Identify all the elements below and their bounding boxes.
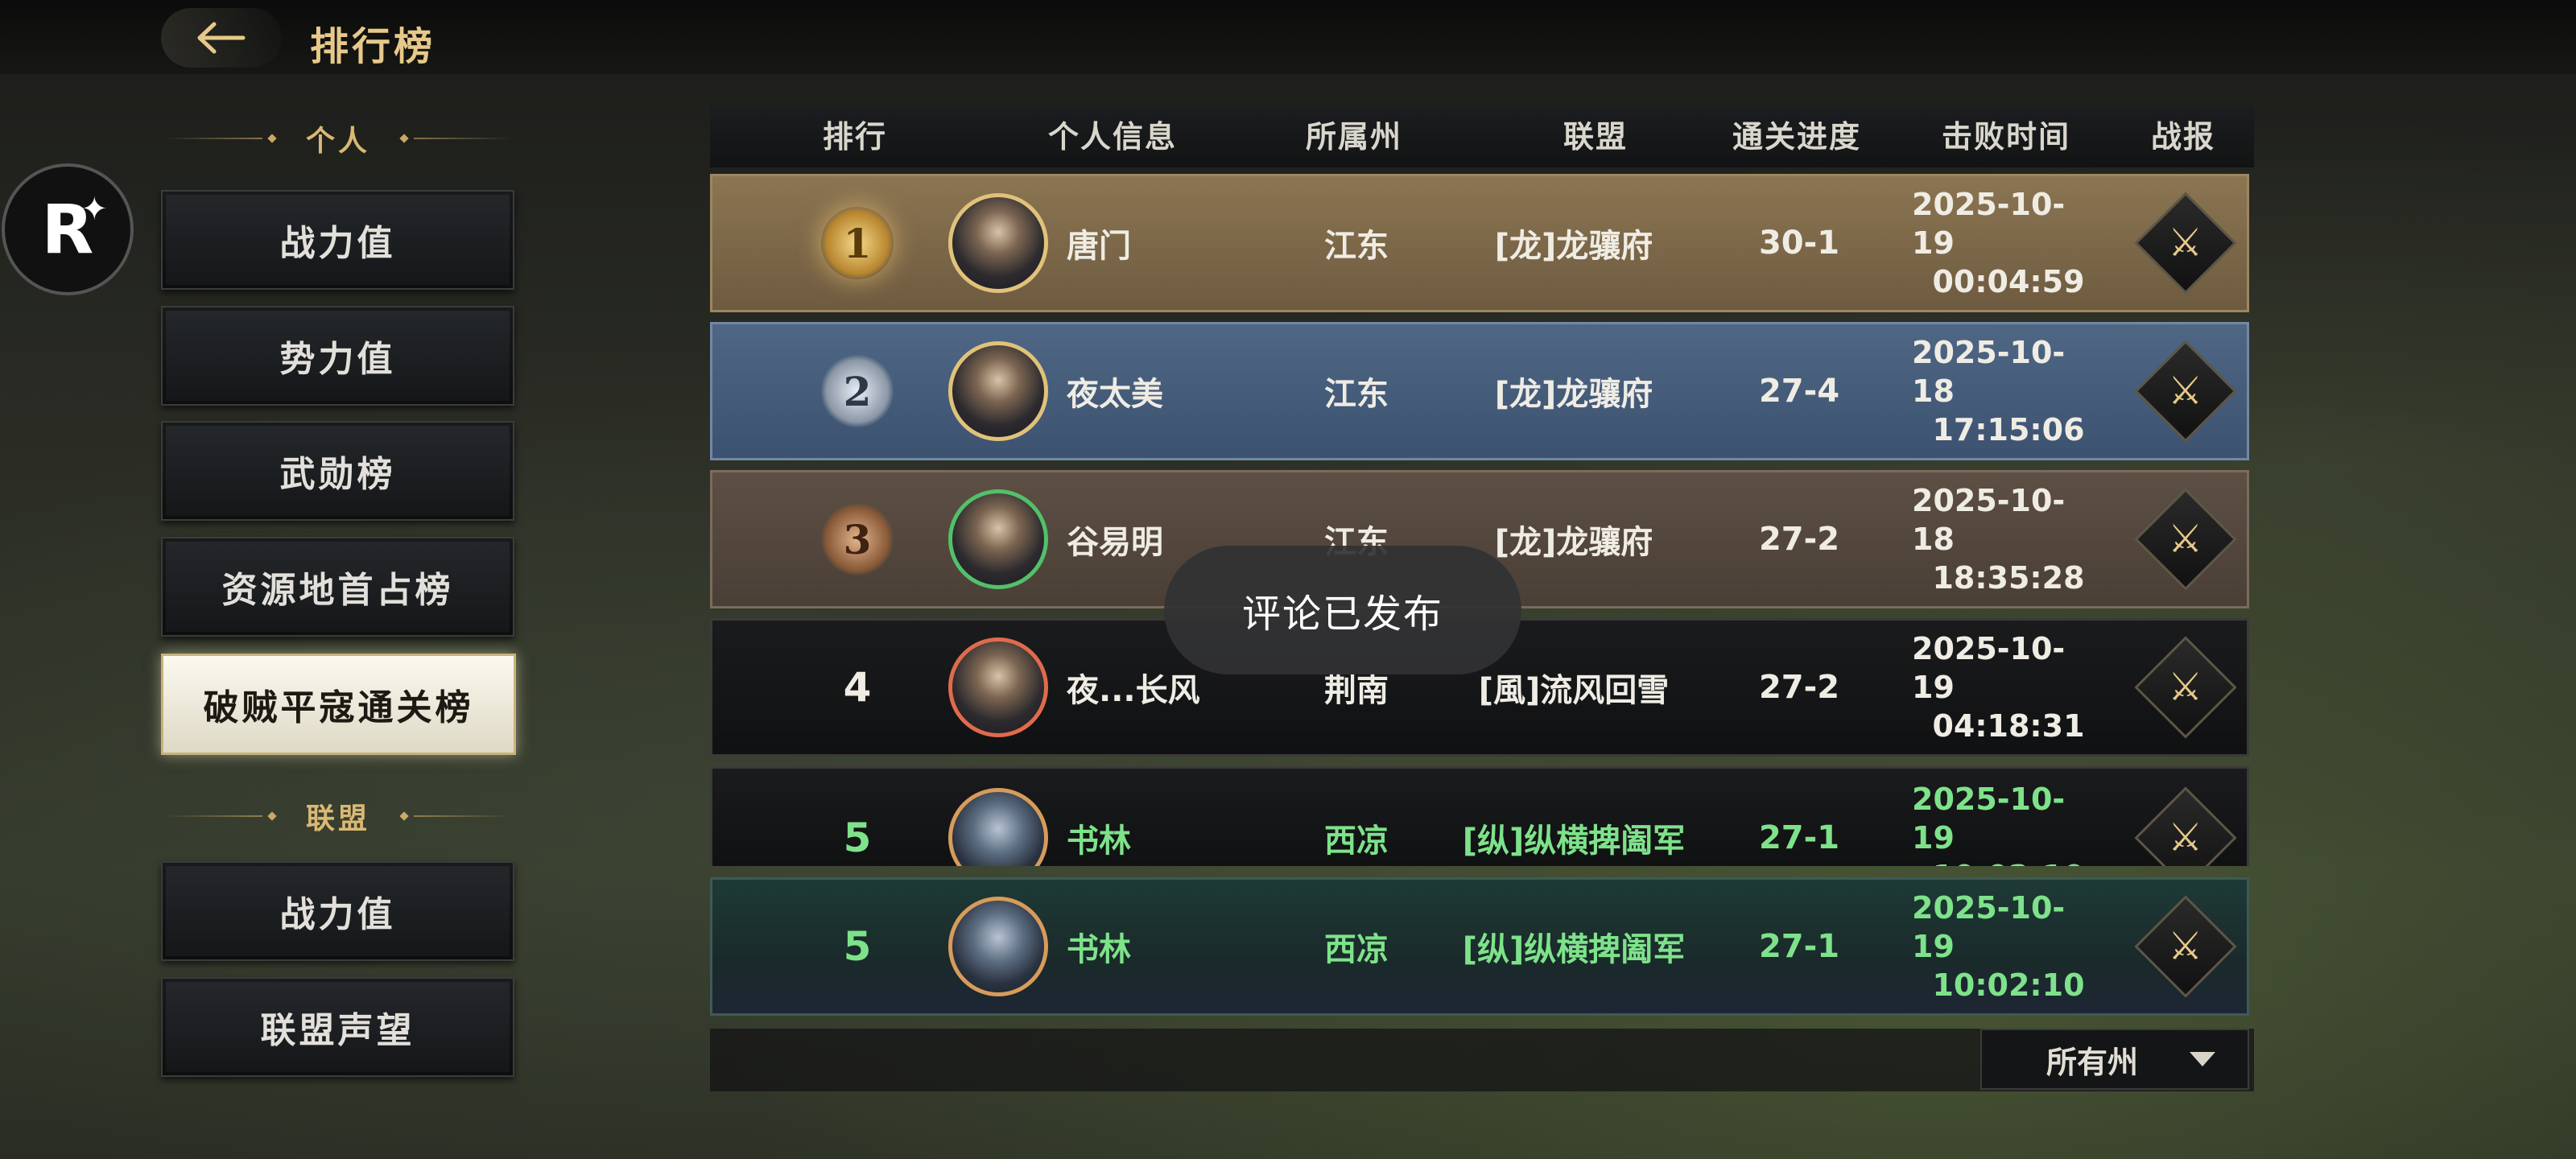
crossed-swords-icon: ⚔ [2168,369,2203,414]
defeat-time: 2025-10-19 04:18:31 [1912,621,2105,754]
alliance-value: [龙]龙骧府 [1494,376,1653,413]
avatar[interactable] [948,193,1048,293]
rank-number: 4 [843,664,872,711]
col-rank: 排行 [822,119,887,155]
battle-report-button[interactable]: ⚔ [2134,192,2237,295]
defeat-clock: 10:02:10 [1932,857,2084,866]
defeat-date: 2025-10-19 [1912,631,2066,705]
progress-value: 30-1 [1758,225,1840,262]
personal-header-label: 个人 [306,125,371,158]
gold-medal-icon: 1 [821,207,894,279]
region-value: 西凉 [1324,931,1389,968]
table-row[interactable]: 2 夜太美 江东 [龙]龙骧府 27-4 2025-10-18 17:15:06… [710,322,2249,460]
region-value: 西凉 [1324,823,1389,860]
silver-medal-icon: 2 [821,355,894,427]
player-name: 夜太美 [1067,376,1163,413]
crossed-swords-icon: ⚔ [2168,665,2203,710]
battle-report-button[interactable]: ⚔ [2134,340,2237,443]
defeat-clock: 10:02:10 [1932,967,2085,1003]
col-defeat-time: 击败时间 [1941,119,2070,155]
region-value: 江东 [1324,376,1389,413]
player-name: 唐门 [1067,228,1131,265]
triangle-down-icon [2190,1052,2215,1066]
rank-number: 5 [843,923,872,970]
sidebar-item-influence[interactable]: 势力值 [161,306,514,406]
progress-value: 27-1 [1758,819,1840,856]
bronze-medal-icon: 3 [821,503,894,575]
defeat-time: 2025-10-19 10:02:10 [1912,769,2105,866]
avatar[interactable] [948,897,1048,996]
battle-report-button[interactable]: ⚔ [2134,895,2237,998]
sidebar-item-power[interactable]: 战力值 [161,190,514,290]
col-player-info: 个人信息 [1047,119,1177,155]
col-progress: 通关进度 [1732,119,1861,155]
crossed-swords-icon: ⚔ [2168,924,2203,969]
player-name: 书林 [1067,931,1131,968]
col-alliance: 联盟 [1563,119,1628,155]
back-button[interactable] [161,8,282,68]
sidebar-item-merit[interactable]: 武勋榜 [161,421,514,521]
back-arrow-icon [197,22,246,54]
region-value: 江东 [1324,228,1389,265]
sparkle-icon: ✦ [80,191,108,228]
table-header: 排行 个人信息 所属州 联盟 通关进度 击败时间 战报 [710,106,2254,167]
battle-report-button[interactable]: ⚔ [2134,488,2237,591]
personal-section-header: 个人 [165,114,512,163]
crossed-swords-icon: ⚔ [2168,517,2203,562]
defeat-date: 2025-10-19 [1912,187,2066,261]
defeat-date: 2025-10-18 [1912,483,2066,557]
defeat-clock: 17:15:06 [1932,412,2085,448]
defeat-date: 2025-10-18 [1912,335,2066,409]
alliance-value: [纵]纵横捭阖军 [1462,823,1686,860]
avatar[interactable] [948,489,1048,589]
progress-value: 27-2 [1758,669,1840,706]
crossed-swords-icon: ⚔ [2168,815,2203,860]
defeat-time: 2025-10-19 10:02:10 [1912,880,2105,1013]
self-rank-row[interactable]: 5 书林 西凉 [纵]纵横捭阖军 27-1 2025-10-19 10:02:1… [710,877,2249,1016]
region-filter-value: 所有州 [2046,1044,2139,1080]
rank-number: 5 [843,815,872,861]
defeat-clock: 18:35:28 [1932,560,2085,596]
sidebar-item-resource-first[interactable]: 资源地首占榜 [161,537,514,637]
battle-report-button[interactable]: ⚔ [2134,786,2237,866]
defeat-clock: 00:04:59 [1932,264,2085,299]
defeat-time: 2025-10-18 18:35:28 [1912,472,2105,606]
col-region: 所属州 [1305,119,1402,155]
sidebar-item-alliance-power[interactable]: 战力值 [161,861,514,961]
defeat-date: 2025-10-19 [1912,890,2066,964]
player-name: 书林 [1067,823,1131,860]
alliance-header-label: 联盟 [306,802,371,835]
defeat-time: 2025-10-19 00:04:59 [1912,176,2105,310]
defeat-clock: 04:18:31 [1932,708,2085,744]
progress-value: 27-2 [1758,521,1840,558]
sidebar-item-bandit-clear[interactable]: 破贼平寇通关榜 [161,654,516,755]
avatar[interactable] [948,788,1048,866]
sidebar-item-alliance-prestige[interactable]: 联盟声望 [161,977,514,1077]
progress-value: 27-1 [1758,928,1840,965]
table-row[interactable]: 5 书林 西凉 [纵]纵横捭阖军 27-1 2025-10-19 10:02:1… [710,766,2249,866]
page-title: 排行榜 [310,24,436,69]
avatar[interactable] [948,637,1048,737]
avatar[interactable] [948,341,1048,441]
progress-value: 27-4 [1758,373,1840,410]
floating-r-badge[interactable]: R ✦ [2,163,134,295]
region-filter-dropdown[interactable]: 所有州 [1980,1029,2249,1090]
toast-message: 评论已发布 [1164,546,1521,674]
alliance-section-header: 联盟 [165,792,512,840]
defeat-time: 2025-10-18 17:15:06 [1912,324,2105,458]
alliance-value: [龙]龙骧府 [1494,228,1653,265]
alliance-value: [纵]纵横捭阖军 [1462,931,1686,968]
crossed-swords-icon: ⚔ [2168,221,2203,266]
defeat-date: 2025-10-19 [1912,782,2066,856]
battle-report-button[interactable]: ⚔ [2134,636,2237,739]
col-battle-report: 战报 [2150,119,2215,155]
table-row[interactable]: 1 唐门 江东 [龙]龙骧府 30-1 2025-10-19 00:04:59 … [710,174,2249,312]
